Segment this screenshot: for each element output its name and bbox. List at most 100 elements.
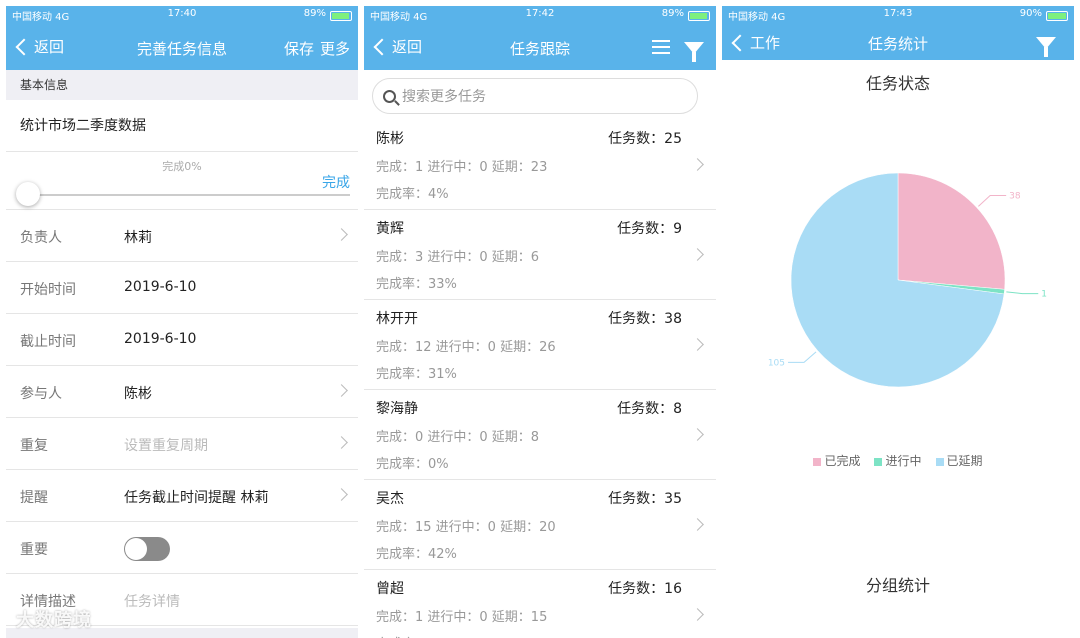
- form-row[interactable]: 参与人 陈彬: [6, 366, 358, 418]
- task-count: 任务数：25: [608, 131, 682, 147]
- form-row-value: 2019-6-10: [124, 331, 197, 347]
- header-bar: 中国移动 4G 17:42 89% 返回 任务跟踪: [364, 6, 716, 70]
- form-row[interactable]: 开始时间 2019-6-10: [6, 262, 358, 314]
- legend-swatch: [813, 457, 822, 466]
- progress-track: [20, 194, 350, 196]
- completion-rate: 完成率：6%: [376, 633, 449, 638]
- completion-rate: 完成率：0%: [376, 457, 449, 472]
- person-name: 陈彬: [376, 131, 404, 147]
- person-name: 林开开: [376, 311, 418, 327]
- task-stats-screen: 中国移动 4G 17:43 90% 工作 任务统计 任务状态 38 1 105 已完…: [722, 6, 1074, 638]
- person-name: 曾超: [376, 581, 404, 597]
- battery-percent: 89%: [303, 8, 326, 19]
- form-row[interactable]: 负责人 林莉: [6, 210, 358, 262]
- list-item[interactable]: 曾超 任务数：16 完成：1 进行中：0 延期：15 完成率：6%: [364, 570, 716, 638]
- task-edit-screen: 中国移动 4G 17:40 89% 返回 完善任务信息 保存 更多 基本信息 统…: [6, 6, 358, 638]
- completion-rate: 完成率：31%: [376, 367, 457, 382]
- legend-label: 已延期: [946, 454, 983, 468]
- form-row-label: 负责人: [20, 230, 62, 246]
- completion-rate: 完成率：42%: [376, 547, 457, 562]
- progress-slider-thumb[interactable]: [16, 182, 40, 206]
- nav-bar: 返回 任务跟踪: [364, 24, 716, 70]
- save-button[interactable]: 保存: [284, 38, 314, 59]
- form-row[interactable]: 提醒 任务截止时间提醒 林莉: [6, 470, 358, 522]
- form-row-value: 陈彬: [124, 386, 152, 402]
- task-count: 任务数：8: [617, 401, 682, 417]
- list-item[interactable]: 黎海静 任务数：8 完成：0 进行中：0 延期：8 完成率：0%: [364, 390, 716, 480]
- filter-icon[interactable]: [1036, 35, 1056, 57]
- form-row-value: 2019-6-10: [124, 279, 197, 295]
- form-row[interactable]: 截止时间 2019-6-10: [6, 314, 358, 366]
- nav-bar: 返回 完善任务信息 保存 更多: [6, 24, 358, 70]
- chevron-right-icon: [691, 518, 704, 531]
- person-name: 黄辉: [376, 221, 404, 237]
- task-count: 任务数：38: [608, 311, 682, 327]
- legend-item[interactable]: 已延期: [935, 452, 983, 469]
- list-item[interactable]: 林开开 任务数：38 完成：12 进行中：0 延期：26 完成率：31%: [364, 300, 716, 390]
- detail-placeholder: 任务详情: [124, 594, 180, 610]
- status-bar: 中国移动 4G 17:43 90%: [722, 6, 1074, 24]
- chevron-right-icon: [691, 338, 704, 351]
- list-item[interactable]: 黄辉 任务数：9 完成：3 进行中：0 延期：6 完成率：33%: [364, 210, 716, 300]
- form-row-label: 重复: [20, 438, 48, 454]
- person-name: 吴杰: [376, 491, 404, 507]
- battery-icon: [688, 10, 710, 21]
- search-input[interactable]: 搜索更多任务: [372, 78, 698, 114]
- pie-chart: 38 1 105: [768, 172, 1047, 388]
- task-stats: 完成：1 进行中：0 延期：23: [376, 160, 548, 175]
- status-right: 90%: [1019, 8, 1068, 21]
- task-stats: 完成：0 进行中：0 延期：8: [376, 430, 540, 445]
- watermark-logo: 大数跨境: [16, 610, 92, 631]
- chevron-right-icon: [335, 384, 348, 397]
- task-count: 任务数：9: [617, 221, 682, 237]
- slice-value-label: 105: [768, 358, 785, 368]
- legend-item[interactable]: 已完成: [813, 452, 860, 469]
- pie-slice[interactable]: [897, 172, 1006, 290]
- form-row-value: 林莉: [124, 230, 152, 246]
- legend-item[interactable]: 进行中: [874, 452, 922, 469]
- task-stats: 完成：12 进行中：0 延期：26: [376, 340, 556, 355]
- filter-icon[interactable]: [684, 40, 704, 62]
- list-sort-icon[interactable]: [648, 38, 670, 60]
- slice-value-label: 1: [1041, 290, 1047, 300]
- task-stats: 完成：1 进行中：0 延期：15: [376, 610, 548, 625]
- chevron-right-icon: [691, 248, 704, 261]
- battery-icon: [1046, 10, 1068, 21]
- search-wrap: 搜索更多任务: [364, 70, 716, 120]
- completion-rate: 完成率：33%: [376, 277, 457, 292]
- task-name-field[interactable]: 统计市场二季度数据: [6, 100, 358, 152]
- task-count: 任务数：16: [608, 581, 682, 597]
- chevron-right-icon: [335, 228, 348, 241]
- group-stats-title: 分组统计: [865, 576, 930, 595]
- label-line: [978, 195, 1007, 207]
- search-icon: [383, 89, 396, 103]
- legend-swatch: [874, 457, 883, 466]
- form-row[interactable]: 重复 设置重复周期: [6, 418, 358, 470]
- label-line: [788, 351, 817, 363]
- task-stats: 完成：15 进行中：0 延期：20: [376, 520, 556, 535]
- list-item[interactable]: 陈彬 任务数：25 完成：1 进行中：0 延期：23 完成率：4%: [364, 120, 716, 210]
- form-row-label: 截止时间: [20, 334, 76, 350]
- status-right: 89%: [662, 8, 710, 21]
- more-button[interactable]: 更多: [320, 38, 350, 59]
- chevron-right-icon: [335, 488, 348, 501]
- progress-row: 完成0% 完成: [6, 152, 358, 210]
- slice-value-label: 38: [1009, 192, 1021, 202]
- section-header: 基本信息: [6, 70, 358, 100]
- legend-label: 进行中: [885, 454, 922, 468]
- important-label: 重要: [20, 542, 48, 558]
- status-bar: 中国移动 4G 17:42 89%: [364, 6, 716, 24]
- form-row-label: 参与人: [20, 386, 62, 402]
- form-row-value: 设置重复周期: [124, 438, 208, 454]
- legend-swatch: [935, 457, 944, 466]
- battery-percent: 90%: [1019, 8, 1042, 19]
- chart-title: 任务状态: [865, 74, 930, 93]
- page-title: 任务统计: [867, 35, 928, 53]
- important-toggle[interactable]: [124, 537, 170, 561]
- legend-label: 已完成: [824, 454, 861, 468]
- chevron-right-icon: [335, 436, 348, 449]
- list-item[interactable]: 吴杰 任务数：35 完成：15 进行中：0 延期：20 完成率：42%: [364, 480, 716, 570]
- complete-button[interactable]: 完成: [322, 172, 350, 192]
- status-right: 89%: [303, 8, 352, 21]
- task-stats: 完成：3 进行中：0 延期：6: [376, 250, 540, 265]
